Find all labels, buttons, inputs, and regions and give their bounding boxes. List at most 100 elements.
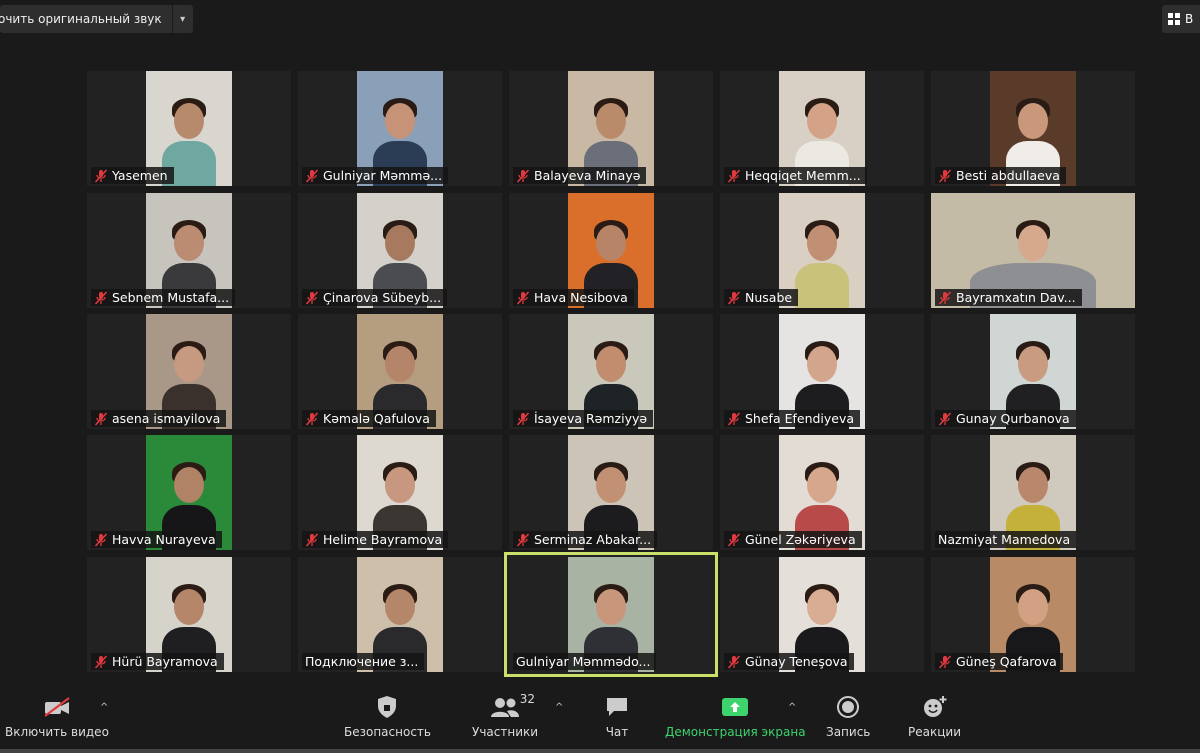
participant-tile[interactable]: Nazmiyat Mamedova [931,435,1135,550]
reactions-button[interactable]: Реакции [908,694,961,739]
taskbar-strip [0,749,1200,753]
participant-tile[interactable]: Heqqiqet Memm... [720,71,924,186]
participant-name: Shefa Efendiyeva [745,411,855,426]
participant-tile[interactable]: Helime Bayramova [298,435,502,550]
original-sound-label: очить оригинальный звук [0,12,162,26]
start-video-label: Включить видео [5,725,109,739]
participant-tile[interactable]: Bayramxatın Dav... [931,193,1135,308]
participant-name: Serminaz Abakar... [534,532,652,547]
record-button[interactable]: Запись [826,694,870,739]
participant-tile[interactable]: İsayeva Rəmziyyə [509,314,713,429]
participant-tile[interactable]: Подключение з... [298,557,502,672]
original-sound-button[interactable]: очить оригинальный звук ▾ [0,5,193,33]
participant-name-tag: Serminaz Abakar... [513,531,658,548]
participants-options-caret[interactable]: ^ [555,702,563,713]
participant-tile[interactable]: Gunay Qurbanova [931,314,1135,429]
participant-name: Bayramxatın Dav... [956,290,1076,305]
share-screen-label: Демонстрация экрана [665,725,806,739]
chat-button[interactable]: Чат [603,694,631,739]
participant-name-tag: Nusabe [724,289,799,306]
meeting-toolbar: Включить видео ^ Безопасность 32 Участни… [0,688,1200,753]
participant-name-tag: Havva Nurayeva [91,531,222,548]
share-screen-button[interactable]: Демонстрация экрана [665,694,806,739]
mic-muted-icon [516,168,530,183]
participant-tile[interactable]: Havva Nurayeva [87,435,291,550]
participant-tile[interactable]: Yasemen [87,71,291,186]
chevron-down-icon[interactable]: ▾ [171,5,193,33]
mic-muted-icon [727,654,741,669]
participant-name: Sebnem Mustafa... [112,290,230,305]
participant-name: Günel Zəkəriyeva [745,532,856,547]
participant-name: Nusabe [745,290,793,305]
participant-name-tag: asena ismayilova [91,410,227,427]
participant-tile[interactable]: Nusabe [720,193,924,308]
chat-label: Чат [605,725,629,739]
mic-muted-icon [305,168,319,183]
participant-name-tag: Подключение з... [302,653,425,670]
video-options-caret[interactable]: ^ [100,702,108,713]
mic-muted-icon [516,532,530,547]
participant-name-tag: Gulniyar Məmmə... [302,167,449,184]
participants-count: 32 [519,692,536,706]
video-off-icon [43,694,71,720]
mic-muted-icon [516,411,530,426]
mic-muted-icon [94,290,108,305]
participant-name: Yasemen [112,168,168,183]
mic-muted-icon [938,411,952,426]
participant-tile[interactable]: asena ismayilova [87,314,291,429]
participant-tile[interactable]: Kəmalə Qafulova [298,314,502,429]
participant-tile[interactable]: Shefa Efendiyeva [720,314,924,429]
mic-muted-icon [94,168,108,183]
mic-muted-icon [516,290,530,305]
reaction-smiley-icon [921,694,949,720]
start-video-button[interactable]: Включить видео [5,694,109,739]
mic-muted-icon [727,532,741,547]
participant-name: Besti abdullaeva [956,168,1060,183]
participant-tile[interactable]: Sebnem Mustafa... [87,193,291,308]
mic-muted-icon [305,532,319,547]
security-button[interactable]: Безопасность [344,694,431,739]
participant-tile[interactable]: Balayeva Minayə [509,71,713,186]
participant-tile[interactable]: Çinarova Sübeyb... [298,193,502,308]
participants-icon: 32 [475,692,536,720]
participant-tile[interactable]: Güneş Qafarova [931,557,1135,672]
participant-name-tag: Besti abdullaeva [935,167,1066,184]
participant-tile[interactable]: Hürü Bayramova [87,557,291,672]
participant-tile[interactable]: Hava Nesibova [509,193,713,308]
gallery-view: Yasemen Gulniyar Məmmə... Balayeva Minayə H… [87,71,1135,677]
participant-name-tag: Kəmalə Qafulova [302,410,436,427]
record-label: Запись [826,725,871,739]
reactions-label: Реакции [908,725,961,739]
participant-name: Gulniyar Məmmədo... [516,654,651,669]
participant-name: Hürü Bayramova [112,654,218,669]
participant-name: Helime Bayramova [323,532,443,547]
participant-name: Havva Nurayeva [112,532,216,547]
participant-name: Güneş Qafarova [956,654,1057,669]
participant-name-tag: Yasemen [91,167,174,184]
participant-tile[interactable]: Gulniyar Məmmə... [298,71,502,186]
participant-tile[interactable]: Günay Teneşova [720,557,924,672]
share-screen-icon [721,694,749,720]
participants-button[interactable]: 32 Участники [472,692,538,739]
participant-name: asena ismayilova [112,411,221,426]
participant-name: İsayeva Rəmziyyə [534,411,648,426]
participant-tile[interactable]: Serminaz Abakar... [509,435,713,550]
participant-name: Çinarova Sübeyb... [323,290,442,305]
mic-muted-icon [94,411,108,426]
chat-icon [603,694,631,720]
participant-tile[interactable]: Günel Zəkəriyeva [720,435,924,550]
participant-name-tag: Gulniyar Məmmədo... [513,653,657,670]
participant-name-tag: Hürü Bayramova [91,653,224,670]
share-options-caret[interactable]: ^ [788,702,796,713]
participant-tile[interactable]: Gulniyar Məmmədo... [504,552,718,677]
participant-name-tag: Sebnem Mustafa... [91,289,236,306]
mic-muted-icon [94,532,108,547]
participant-name-tag: Çinarova Sübeyb... [302,289,448,306]
participant-name-tag: Güneş Qafarova [935,653,1063,670]
participant-tile[interactable]: Besti abdullaeva [931,71,1135,186]
participant-name: Hava Nesibova [534,290,628,305]
participant-name-tag: Balayeva Minayə [513,167,647,184]
mic-muted-icon [727,290,741,305]
view-button[interactable]: В [1162,5,1200,33]
security-label: Безопасность [344,725,431,739]
